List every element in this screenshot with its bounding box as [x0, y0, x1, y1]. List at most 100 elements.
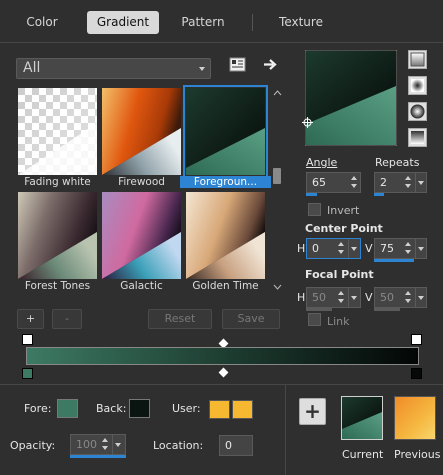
gradient-thumb-forest-tones[interactable]: Forest Tones — [18, 192, 97, 292]
chevron-down-icon[interactable] — [348, 239, 359, 258]
chevron-down-icon[interactable] — [415, 239, 426, 258]
current-gradient-preview[interactable] — [341, 396, 383, 440]
chevron-down-icon[interactable] — [348, 288, 359, 307]
current-label: Current — [342, 448, 384, 461]
gradient-name: Golden Time — [192, 280, 259, 292]
angle-spinbox[interactable]: 65 — [306, 172, 361, 193]
arrow-right-icon[interactable] — [263, 58, 278, 71]
gradient-swatch — [186, 88, 265, 175]
repeats-slider[interactable] — [374, 193, 384, 196]
center-v-label: V — [365, 242, 373, 255]
focal-point-title: Focal Point — [305, 268, 374, 281]
gradient-thumb-galactic[interactable]: Galactic — [102, 192, 181, 292]
tab-gradient[interactable]: Gradient — [87, 11, 159, 34]
gradient-name: Firewood — [118, 176, 165, 188]
invert-label: Invert — [327, 204, 360, 217]
gradient-bar[interactable] — [26, 347, 419, 365]
link-label: Link — [327, 315, 350, 328]
reset-button[interactable]: Reset — [148, 309, 212, 329]
user-label: User: — [172, 402, 201, 415]
bottom-vertical-divider — [285, 385, 286, 475]
gradient-name: Forest Tones — [24, 280, 91, 292]
back-label: Back: — [96, 402, 127, 415]
gradient-list-scrollbar-thumb[interactable] — [273, 168, 281, 184]
add-gradient-button[interactable]: + — [17, 309, 44, 329]
spin-arrows-icon[interactable] — [336, 289, 346, 306]
chevron-down-icon[interactable] — [112, 435, 123, 454]
gradient-name: Fading white — [24, 176, 91, 188]
tab-color[interactable]: Color — [12, 11, 72, 34]
chevron-down-icon — [199, 67, 205, 71]
back-color-swatch[interactable] — [129, 399, 150, 418]
user-color-swatch-2[interactable] — [232, 400, 253, 419]
center-h-value: 0 — [312, 242, 319, 255]
focal-v-label: V — [365, 291, 373, 304]
save-gradient-button[interactable]: Save — [222, 309, 280, 329]
gradient-name: Galactic — [120, 280, 163, 292]
spin-arrows-icon[interactable] — [403, 174, 413, 191]
radial-style-icon[interactable] — [408, 102, 427, 121]
rectangular-style-icon[interactable] — [408, 76, 427, 95]
spin-arrows-icon[interactable] — [403, 289, 413, 306]
repeats-spinbox[interactable]: 2 — [374, 172, 427, 193]
remove-gradient-button[interactable]: - — [52, 309, 82, 329]
gradient-thumb-foreground[interactable]: Foregroun... — [180, 85, 271, 188]
link-checkbox[interactable] — [308, 313, 321, 326]
location-input[interactable]: 0 — [219, 435, 253, 456]
user-color-swatch-1[interactable] — [209, 400, 230, 419]
gradient-thumb-firewood[interactable]: Firewood — [102, 88, 181, 188]
scroll-down-icon[interactable] — [273, 284, 282, 290]
sunburst-style-icon[interactable] — [408, 128, 427, 147]
add-color-button[interactable]: + — [299, 398, 326, 425]
focal-v-spinbox[interactable]: 50 — [374, 287, 427, 308]
gradient-swatch — [18, 88, 97, 175]
focal-v-value: 50 — [380, 291, 394, 304]
gradient-filter-value: All — [23, 60, 41, 76]
color-stop-left[interactable] — [22, 368, 33, 379]
gradient-swatch — [18, 192, 97, 279]
opacity-label: Opacity: — [10, 439, 56, 452]
previous-label: Previous — [394, 448, 441, 461]
center-v-spinbox[interactable]: 75 — [374, 238, 427, 259]
opacity-stop-left[interactable] — [22, 334, 33, 345]
tab-texture[interactable]: Texture — [266, 11, 336, 34]
opacity-stop-right[interactable] — [411, 334, 422, 345]
chevron-down-icon[interactable] — [415, 288, 426, 307]
gradient-library-icon[interactable] — [229, 57, 246, 72]
invert-checkbox[interactable] — [308, 203, 321, 216]
gradient-thumb-golden-time[interactable]: Golden Time — [186, 192, 265, 292]
gradient-name: Foregroun... — [180, 176, 271, 188]
linear-style-icon[interactable] — [408, 50, 427, 69]
location-label: Location: — [153, 439, 204, 452]
opacity-spinbox[interactable]: 100 — [70, 434, 126, 455]
spin-arrows-icon[interactable] — [403, 240, 413, 257]
scroll-up-icon[interactable] — [273, 90, 282, 96]
repeats-label: Repeats — [375, 156, 420, 169]
spin-arrows-icon[interactable] — [336, 240, 346, 257]
center-v-value: 75 — [380, 242, 394, 255]
color-stop-right[interactable] — [411, 368, 422, 379]
opacity-value: 100 — [76, 438, 97, 451]
fore-color-swatch[interactable] — [57, 399, 78, 418]
gradient-preview[interactable] — [305, 50, 397, 146]
spin-arrows-icon[interactable] — [349, 174, 359, 191]
repeats-value: 2 — [380, 176, 387, 189]
previous-gradient-preview[interactable] — [394, 396, 436, 440]
focal-v-slider[interactable] — [374, 308, 400, 311]
focal-h-spinbox[interactable]: 50 — [306, 287, 361, 308]
gradient-filter-dropdown[interactable]: All — [16, 58, 211, 79]
spin-arrows-icon[interactable] — [100, 436, 110, 453]
center-point-crosshair-icon[interactable] — [302, 117, 313, 128]
chevron-down-icon[interactable] — [415, 173, 426, 192]
fore-label: Fore: — [24, 402, 52, 415]
opacity-slider[interactable] — [70, 455, 126, 458]
angle-slider[interactable] — [306, 193, 317, 196]
focal-h-slider[interactable] — [306, 308, 332, 311]
gradient-thumb-fading-white[interactable]: Fading white — [18, 88, 97, 188]
tab-pattern[interactable]: Pattern — [170, 11, 236, 34]
tab-separator — [252, 14, 253, 31]
color-midpoint[interactable] — [218, 367, 229, 378]
center-h-label: H — [297, 242, 306, 255]
center-v-slider[interactable] — [374, 259, 414, 262]
center-h-spinbox[interactable]: 0 — [306, 238, 361, 259]
